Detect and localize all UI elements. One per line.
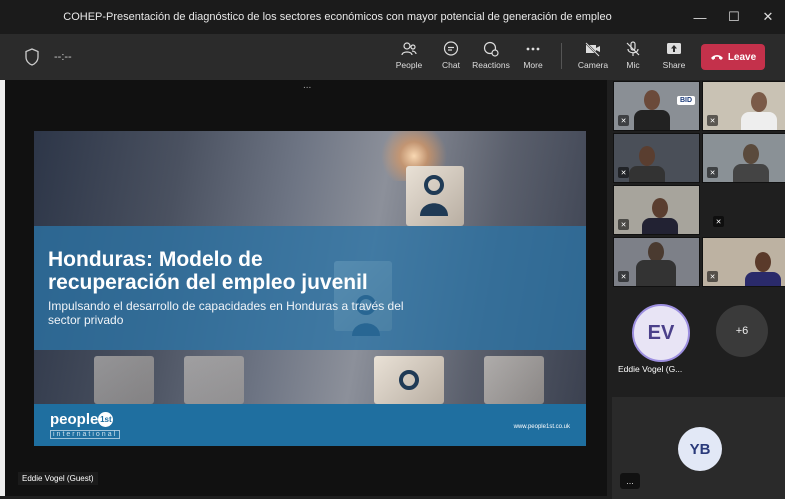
participant-body: [634, 110, 670, 130]
maximize-icon[interactable]: ☐: [717, 0, 751, 34]
presenter-name-tag: Eddie Vogel (Guest): [18, 472, 98, 485]
mic-muted-icon: ✕: [707, 115, 718, 126]
reactions-button[interactable]: Reactions: [471, 40, 511, 70]
participant-name: Eddie Vogel (G...: [618, 364, 683, 374]
participant-tile[interactable]: ✕: [613, 237, 700, 287]
avatar[interactable]: EV: [632, 304, 690, 362]
mic-muted-icon: ✕: [713, 216, 724, 227]
slide-footer: people 1st international www.people1st.co…: [34, 404, 586, 446]
participant-head: [644, 90, 660, 110]
minimize-icon[interactable]: —: [683, 0, 717, 34]
leave-button[interactable]: Leave: [701, 44, 765, 70]
participant-head: [648, 242, 664, 262]
toolbar-divider: [561, 43, 562, 69]
avatar[interactable]: YB: [678, 427, 722, 471]
more-icon: [526, 47, 540, 51]
participant-tile[interactable]: ✕: [702, 81, 785, 131]
slide-title-line2: recuperación del empleo juvenil: [48, 271, 368, 294]
more-button[interactable]: More: [513, 40, 553, 70]
mic-label: Mic: [626, 60, 640, 70]
participant-body: [741, 112, 777, 130]
mic-muted-icon: ✕: [618, 115, 629, 126]
window-title: COHEP-Presentación de diagnóstico de los…: [63, 11, 612, 23]
logo-badge: 1st: [98, 412, 114, 427]
participant-body: [745, 272, 781, 286]
mic-button[interactable]: Mic: [613, 40, 653, 70]
people-button[interactable]: People: [389, 40, 429, 70]
reactions-label: Reactions: [472, 60, 510, 70]
camera-off-icon: [585, 42, 600, 57]
more-participants-button[interactable]: +6: [716, 305, 768, 357]
people-label: People: [395, 60, 423, 70]
meeting-timer: --:--: [54, 51, 72, 63]
mic-muted-icon: ✕: [618, 271, 629, 282]
slide-title-line1: Honduras: Modelo de: [48, 248, 263, 271]
participant-body: [733, 164, 769, 182]
participant-head: [639, 146, 655, 166]
wooden-block: [94, 356, 154, 404]
participant-tile[interactable]: ✕: [613, 133, 700, 183]
phone-hangup-icon: [710, 55, 723, 60]
slide-subtitle: Impulsando el desarrollo de capacidades …: [48, 299, 404, 327]
participant-tile[interactable]: ✕: [613, 185, 700, 235]
participant-tile[interactable]: ✕: [702, 237, 785, 287]
participant-head: [755, 252, 771, 272]
people1st-logo: people 1st: [50, 411, 114, 428]
participant-head: [743, 144, 759, 164]
share-icon: [667, 43, 681, 54]
share-label: Share: [662, 60, 686, 70]
mic-muted-icon: ✕: [707, 271, 718, 282]
logo-text: people: [50, 411, 99, 428]
participant-tile[interactable]: ✕: [702, 185, 785, 235]
camera-button[interactable]: Camera: [573, 40, 613, 70]
slide-url: www.people1st.co.uk: [513, 424, 570, 430]
more-options-button[interactable]: ...: [620, 473, 640, 489]
slide-title: Honduras: Modelo de recuperación del emp…: [48, 248, 468, 294]
title-bar: COHEP-Presentación de diagnóstico de los…: [0, 0, 785, 34]
wooden-block: [184, 356, 244, 404]
presentation-slide: Honduras: Modelo de recuperación del emp…: [34, 131, 586, 446]
stage-options[interactable]: ...: [303, 80, 311, 91]
mic-muted-icon: ✕: [618, 167, 629, 178]
window-controls: — ☐ ✕: [683, 0, 785, 34]
share-button[interactable]: Share: [654, 40, 694, 70]
leave-label: Leave: [727, 51, 757, 63]
participant-head: [751, 92, 767, 112]
wooden-block: [484, 356, 544, 404]
shield-icon[interactable]: [24, 48, 40, 66]
more-label: More: [523, 60, 543, 70]
camera-label: Camera: [577, 60, 609, 70]
avatar-tiles: EV Eddie Vogel (G... +6: [612, 290, 785, 390]
mic-muted-icon: ✕: [618, 219, 629, 230]
chat-label: Chat: [442, 60, 460, 70]
participant-head: [652, 198, 668, 218]
participant-body: [636, 260, 676, 286]
logo-subtitle: international: [50, 430, 121, 439]
bid-logo: BID: [676, 96, 695, 105]
reactions-icon: [483, 41, 499, 57]
mic-muted-icon: ✕: [707, 167, 718, 178]
close-icon[interactable]: ✕: [751, 0, 785, 34]
participant-tile[interactable]: ✕: [702, 133, 785, 183]
participant-body: [629, 166, 665, 182]
participant-body: [642, 218, 678, 234]
person-icon: [420, 175, 448, 216]
mic-off-icon: [626, 41, 640, 56]
people-icon: [401, 42, 417, 56]
chat-button[interactable]: Chat: [431, 40, 471, 70]
chat-icon: [443, 41, 459, 56]
meeting-toolbar: --:-- People Chat Reactions More Camera …: [0, 34, 785, 80]
participant-tile[interactable]: BID ✕: [613, 81, 700, 131]
